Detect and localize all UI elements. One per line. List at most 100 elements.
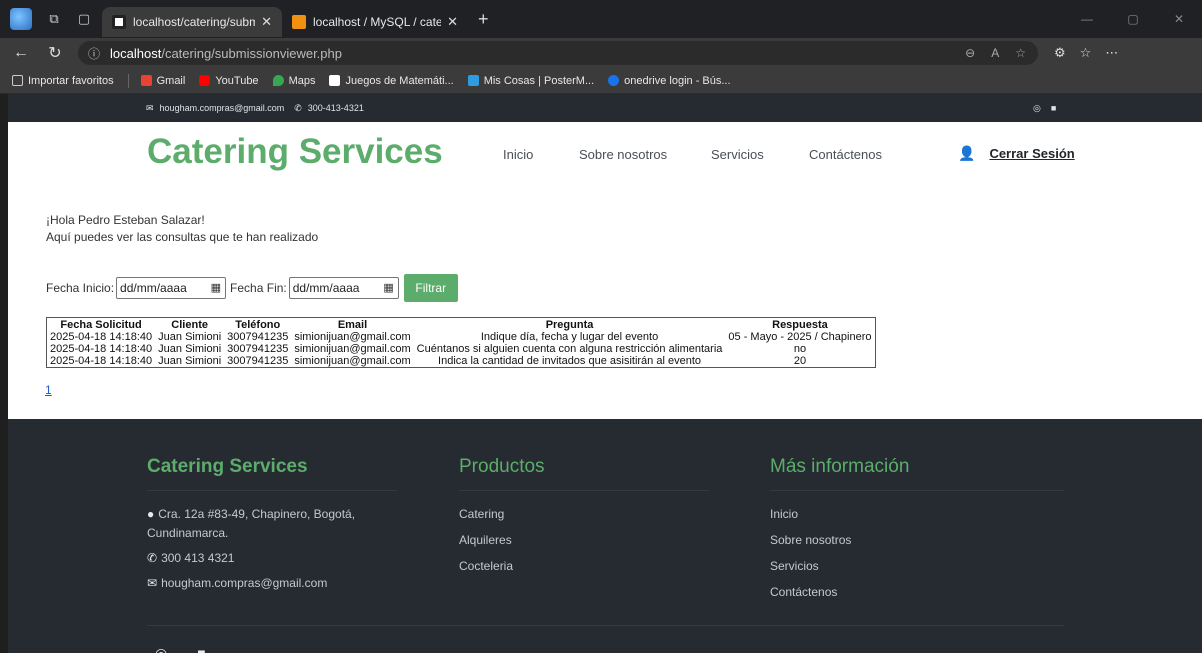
url-field[interactable]: ⓘ localhost /catering/submissionviewer.p… bbox=[78, 41, 1038, 65]
linkedin-icon[interactable]: ■ bbox=[197, 645, 205, 653]
map-marker-icon: ● bbox=[147, 507, 155, 521]
tab-title: localhost/catering/submissionvie bbox=[133, 15, 256, 29]
footer-link-servicios[interactable]: Servicios bbox=[770, 559, 819, 573]
subtitle-text: Aquí puedes ver las consultas que te han… bbox=[46, 230, 319, 244]
tab-phpmyadmin[interactable]: localhost / MySQL / cateringdb / ✕ bbox=[282, 7, 468, 37]
cell-telefono: 3007941235 bbox=[227, 331, 289, 343]
cell-cliente: Juan Simioni bbox=[158, 343, 222, 355]
address-bar-row: ← ↻ ⓘ localhost /catering/submissionview… bbox=[0, 38, 1202, 68]
linkedin-icon[interactable]: ■ bbox=[1051, 103, 1056, 114]
new-tab-button[interactable]: + bbox=[478, 9, 489, 30]
more-menu-icon[interactable]: ⋯ bbox=[1105, 45, 1118, 61]
main-content: ¡Hola Pedro Esteban Salazar! Aquí puedes… bbox=[8, 188, 1202, 419]
calendar-icon[interactable]: ▦ bbox=[211, 281, 221, 294]
user-icon: 👤 bbox=[958, 145, 976, 161]
cell-email: simionijuan@gmail.com bbox=[294, 355, 411, 367]
nav-servicios[interactable]: Servicios bbox=[711, 147, 764, 162]
zoom-icon[interactable]: ⊖ bbox=[965, 46, 975, 60]
bookmark-separator bbox=[127, 73, 129, 88]
url-path: /catering/submissionviewer.php bbox=[161, 45, 342, 61]
tab-submissionviewer[interactable]: localhost/catering/submissionvie ✕ bbox=[102, 7, 282, 37]
table-header-row: Fecha Solicitud Cliente Teléfono Email P… bbox=[47, 318, 876, 332]
footer-link-contactenos[interactable]: Contáctenos bbox=[770, 585, 837, 599]
footer-product-cocteleria[interactable]: Cocteleria bbox=[459, 559, 513, 573]
bookmark-mis-cosas[interactable]: Mis Cosas | PosterM... bbox=[467, 75, 594, 87]
page-favicon-icon bbox=[112, 15, 126, 29]
bookmark-maps[interactable]: Maps bbox=[272, 75, 315, 87]
footer-phone[interactable]: 300 413 4321 bbox=[161, 551, 234, 565]
import-icon bbox=[12, 75, 23, 86]
cell-cliente: Juan Simioni bbox=[158, 331, 222, 343]
restore-icon[interactable]: ▢ bbox=[1110, 12, 1156, 26]
cell-pregunta: Cuéntanos si alguien cuenta con alguna r… bbox=[416, 343, 723, 355]
col-cliente: Cliente bbox=[171, 319, 208, 331]
tab-actions-icon[interactable]: ▢ bbox=[76, 11, 92, 27]
favorites-icon[interactable]: ☆ bbox=[1080, 45, 1092, 61]
cell-email: simionijuan@gmail.com bbox=[294, 343, 411, 355]
brand-logo[interactable]: Catering Services bbox=[147, 132, 443, 172]
close-window-icon[interactable]: ✕ bbox=[1156, 12, 1202, 26]
back-icon[interactable]: ← bbox=[8, 44, 34, 62]
submissions-table: Fecha Solicitud Cliente Teléfono Email P… bbox=[46, 317, 876, 368]
footer-link-inicio[interactable]: Inicio bbox=[770, 507, 798, 521]
minimize-icon[interactable]: — bbox=[1064, 12, 1110, 26]
bookmark-juegos[interactable]: Juegos de Matemáti... bbox=[329, 75, 454, 87]
bookmark-importar-favoritos[interactable]: Importar favoritos bbox=[12, 75, 114, 87]
filter-button[interactable]: Filtrar bbox=[403, 274, 458, 302]
bookmark-gmail[interactable]: Gmail bbox=[140, 75, 185, 87]
col-email: Email bbox=[337, 319, 368, 331]
envelope-icon: ✉ bbox=[146, 102, 154, 113]
browser-profile-icon[interactable] bbox=[10, 8, 32, 30]
cell-fecha: 2025-04-18 14:18:40 bbox=[50, 343, 153, 355]
favorite-star-icon[interactable]: ☆ bbox=[1015, 46, 1026, 60]
close-tab-icon[interactable]: ✕ bbox=[261, 14, 272, 30]
nav-inicio[interactable]: Inicio bbox=[503, 147, 533, 162]
bookmark-onedrive[interactable]: onedrive login - Bús... bbox=[608, 75, 731, 87]
bookmark-youtube[interactable]: YouTube bbox=[199, 75, 259, 87]
date-filter-form: Fecha Inicio: dd/mm/aaaa ▦ Fecha Fin: dd… bbox=[46, 274, 458, 302]
site-footer: Catering Services Productos Más informac… bbox=[8, 419, 1202, 653]
workspaces-icon[interactable]: ⧉ bbox=[46, 11, 62, 27]
cell-email: simionijuan@gmail.com bbox=[294, 331, 411, 343]
phone-icon: ✆ bbox=[294, 102, 302, 113]
col-fecha-solicitud: Fecha Solicitud bbox=[60, 319, 142, 331]
footer-product-alquileres[interactable]: Alquileres bbox=[459, 533, 512, 547]
cell-fecha: 2025-04-18 14:18:40 bbox=[50, 331, 153, 343]
logout-link[interactable]: 👤 Cerrar Sesión bbox=[958, 145, 1075, 162]
col-pregunta: Pregunta bbox=[545, 319, 594, 331]
instagram-icon[interactable]: ◎ bbox=[1033, 103, 1041, 114]
web-page: ✉ hougham.compras@gmail.com ✆ 300-413-43… bbox=[8, 94, 1202, 653]
nav-contactenos[interactable]: Contáctenos bbox=[809, 147, 882, 162]
footer-product-catering[interactable]: Catering bbox=[459, 507, 504, 521]
footer-email[interactable]: hougham.compras@gmail.com bbox=[161, 576, 327, 590]
footer-link-sobre-nosotros[interactable]: Sobre nosotros bbox=[770, 533, 851, 547]
instagram-icon[interactable]: ◎ bbox=[155, 645, 167, 653]
greeting-text: ¡Hola Pedro Esteban Salazar! bbox=[46, 213, 205, 227]
start-date-input[interactable]: dd/mm/aaaa ▦ bbox=[116, 277, 227, 299]
cell-telefono: 3007941235 bbox=[227, 343, 289, 355]
footer-products-title: Productos bbox=[459, 456, 545, 477]
cell-pregunta: Indique día, fecha y lugar del evento bbox=[480, 331, 659, 343]
nav-sobre-nosotros[interactable]: Sobre nosotros bbox=[579, 147, 667, 162]
table-row: 2025-04-18 14:18:40 Juan Simioni 3007941… bbox=[47, 355, 876, 368]
close-tab-icon[interactable]: ✕ bbox=[447, 14, 458, 30]
footer-heading-rule bbox=[147, 490, 397, 491]
footer-address-line2: Cundinamarca. bbox=[147, 526, 229, 540]
start-date-label: Fecha Inicio: bbox=[46, 281, 115, 295]
cell-pregunta: Indica la cantidad de invitados que asis… bbox=[438, 355, 701, 367]
reload-icon[interactable]: ↻ bbox=[42, 43, 68, 63]
calendar-icon[interactable]: ▦ bbox=[383, 281, 393, 294]
col-respuesta: Respuesta bbox=[772, 319, 828, 331]
bing-icon bbox=[608, 75, 620, 86]
extensions-icon[interactable]: ⚙ bbox=[1054, 45, 1066, 61]
cell-respuesta: 05 - Mayo - 2025 / Chapinero bbox=[728, 331, 872, 343]
read-aloud-icon[interactable]: A bbox=[991, 46, 999, 60]
topbar-phone[interactable]: 300-413-4321 bbox=[308, 103, 364, 113]
pagination-link-1[interactable]: 1 bbox=[45, 383, 52, 397]
posterm-icon bbox=[467, 75, 479, 86]
end-date-input[interactable]: dd/mm/aaaa ▦ bbox=[288, 277, 399, 299]
logout-label: Cerrar Sesión bbox=[989, 146, 1075, 161]
site-info-icon[interactable]: ⓘ bbox=[88, 45, 100, 62]
cell-fecha: 2025-04-18 14:18:40 bbox=[50, 355, 153, 367]
topbar-email[interactable]: hougham.compras@gmail.com bbox=[160, 103, 285, 113]
